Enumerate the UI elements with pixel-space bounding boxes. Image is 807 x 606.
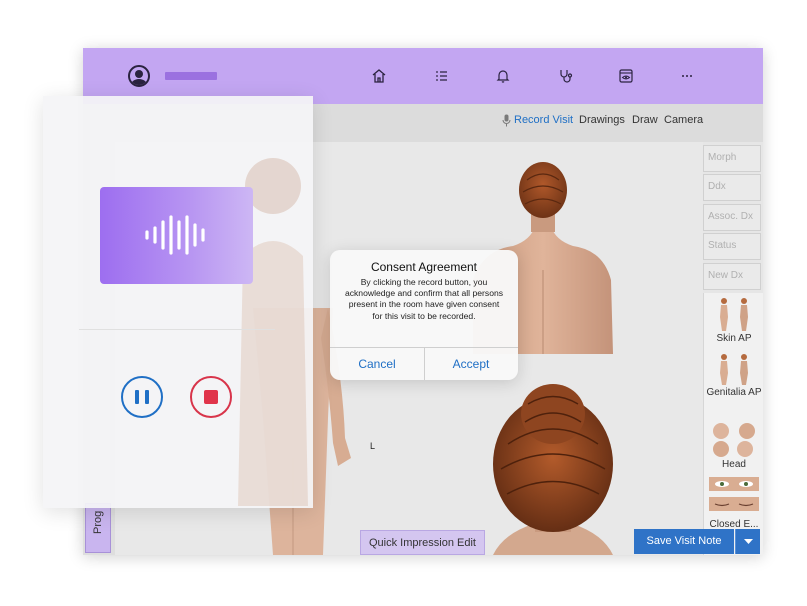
eye-icon[interactable] [617,67,635,85]
home-icon[interactable] [370,67,388,85]
save-visit-note-button[interactable]: Save Visit Note [634,529,734,554]
assoc-dx-button[interactable]: Assoc. Dx [703,204,761,231]
eyes-thumbnail-image [709,477,759,511]
thumbnail-genitalia-ap[interactable]: Genitalia AP [704,353,763,399]
recorder-divider [79,329,275,330]
pause-icon-bar-left [135,390,139,404]
laterality-marker: L [370,441,376,451]
thumbnail-skin-ap-label: Skin AP [716,333,752,344]
stop-button[interactable] [190,376,232,418]
save-options-dropdown[interactable] [735,529,760,554]
thumbnail-skin-ap[interactable]: Skin AP [704,297,763,344]
chevron-down-icon [744,539,753,544]
more-icon[interactable] [678,67,696,85]
genitalia-ap-thumbnail-image [720,354,748,385]
progress-tab-label: Prog [92,510,104,534]
thumbnail-genitalia-ap-label: Genitalia AP [706,387,762,398]
accept-button[interactable]: Accept [424,357,518,371]
morph-button[interactable]: Morph [703,145,761,172]
waveform-icon [145,215,205,255]
camera-link[interactable]: Camera [664,114,703,126]
progress-tab[interactable]: Prog [85,503,111,553]
pause-icon-bar-right [145,390,149,404]
stethoscope-icon[interactable] [556,67,574,85]
user-avatar-icon[interactable] [128,65,150,87]
quick-impression-edit-tab[interactable]: Quick Impression Edit [360,530,485,555]
status-button[interactable]: Status [703,233,761,260]
head-thumbnail-image [713,423,755,457]
cancel-button[interactable]: Cancel [330,357,424,371]
consent-agreement-dialog: Consent Agreement By clicking the record… [330,250,518,380]
stop-icon [204,390,218,404]
new-dx-button[interactable]: New Dx [703,263,761,290]
pause-button[interactable] [121,376,163,418]
thumbnail-head[interactable]: Head [704,421,763,470]
bell-icon[interactable] [494,67,512,85]
body-view-thumbnails: Skin AP Genitalia AP Head Closed E... [703,293,763,555]
microphone-icon[interactable] [502,114,511,127]
ddx-button[interactable]: Ddx [703,174,761,201]
audio-waveform-display [100,187,253,284]
skin-ap-thumbnail-image [720,298,748,331]
thumbnail-head-label: Head [722,459,746,470]
drawings-link[interactable]: Drawings [579,114,625,126]
record-visit-link[interactable]: Record Visit [514,114,573,126]
dialog-message: By clicking the record button, you ackno… [344,277,504,321]
list-icon[interactable] [433,67,451,85]
dialog-title: Consent Agreement [370,260,478,274]
voice-recorder-panel [43,96,313,508]
user-name-placeholder [165,72,217,80]
screen: Record Visit Drawings Draw Camera Prog L… [0,0,807,606]
thumbnail-eyes[interactable] [704,475,763,515]
draw-link[interactable]: Draw [632,114,658,126]
head-back-view-figure[interactable] [473,374,633,555]
